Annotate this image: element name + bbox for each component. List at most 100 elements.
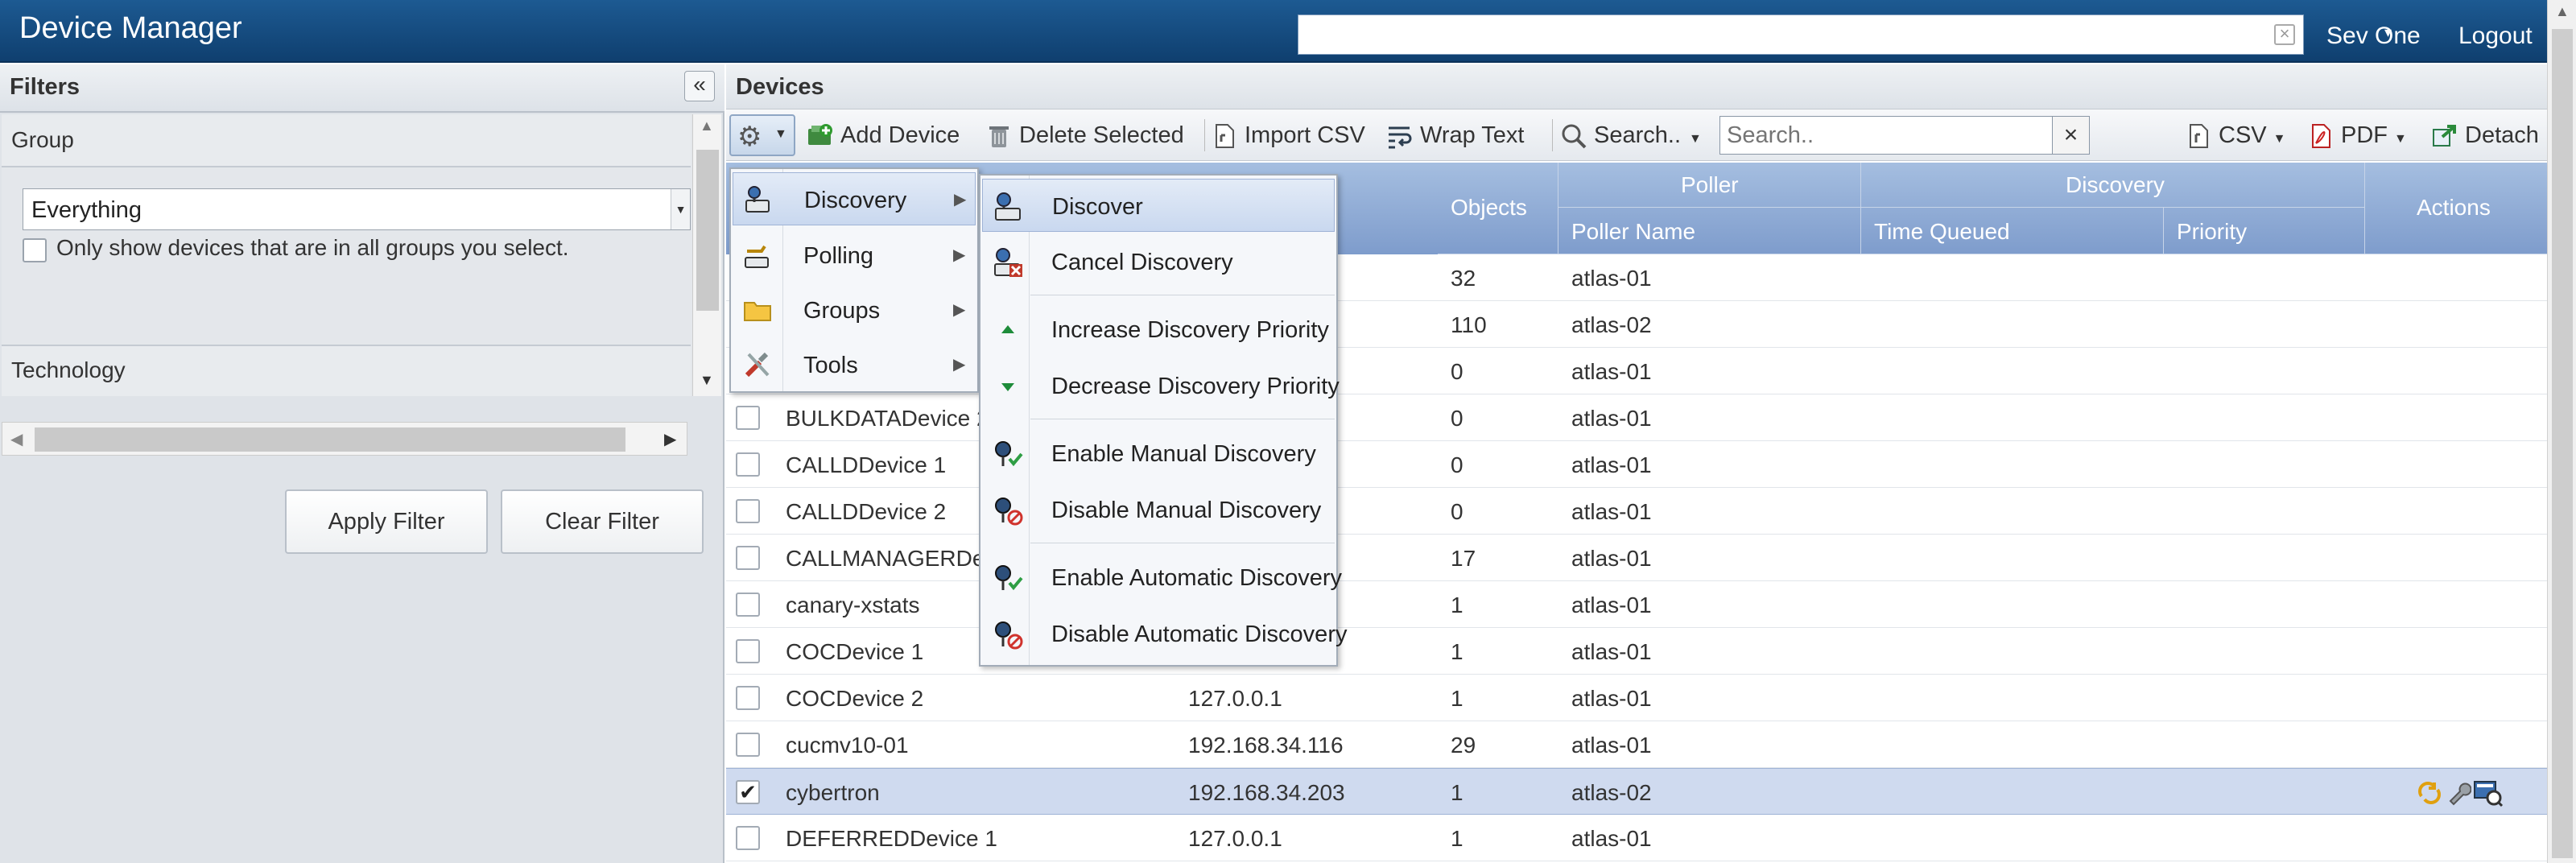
table-row[interactable]: DEFERREDDevice 1 127.0.0.1 1 atlas-01: [726, 815, 2547, 861]
rediscover-icon[interactable]: [2417, 780, 2442, 806]
logout-link[interactable]: Logout: [2458, 23, 2533, 50]
column-discovery-label: Discovery: [2066, 172, 2165, 197]
tools-icon: [745, 352, 770, 378]
device-details-icon[interactable]: [2473, 777, 2504, 807]
column-actions-label: Actions: [2417, 195, 2491, 220]
column-time-queued[interactable]: Time Queued: [1861, 208, 2164, 254]
delete-selected-button[interactable]: Delete Selected: [985, 118, 1184, 153]
table-row[interactable]: COCDevice 2 127.0.0.1 1 atlas-01: [726, 675, 2547, 721]
row-checkbox[interactable]: [736, 733, 760, 757]
column-objects[interactable]: Objects: [1438, 163, 1558, 254]
pdf-export-button[interactable]: PDF ▼: [2307, 118, 2407, 153]
import-csv-button[interactable]: Import CSV: [1211, 118, 1365, 153]
menu-item-enable-manual[interactable]: Enable Manual Discovery: [982, 427, 1335, 480]
device-objects: 1: [1451, 780, 1463, 805]
menu-item-disable-manual[interactable]: Disable Manual Discovery: [982, 483, 1335, 536]
column-priority[interactable]: Priority: [2164, 208, 2365, 254]
filters-horizontal-scrollbar[interactable]: ◀ ▶: [2, 422, 687, 456]
menu-item-cancel-discovery[interactable]: Cancel Discovery: [982, 235, 1335, 288]
menu-item-polling[interactable]: Polling ▶: [733, 229, 976, 282]
trash-icon: [989, 126, 1009, 148]
scroll-up-icon[interactable]: ▲: [700, 118, 714, 134]
apply-filter-button[interactable]: Apply Filter: [285, 489, 488, 554]
table-row[interactable]: cucmv10-01 192.168.34.116 29 atlas-01: [726, 721, 2547, 768]
dropdown-arrow-icon[interactable]: ▼: [671, 189, 690, 229]
user-menu-caret-icon[interactable]: ▾: [2384, 24, 2392, 41]
row-checkbox[interactable]: [736, 499, 760, 523]
filters-vertical-scrollbar[interactable]: ▲ ▼: [692, 114, 721, 396]
disable-manual-icon: [995, 498, 1023, 526]
device-name[interactable]: CALLDDevice 2: [786, 499, 946, 525]
menu-item-label: Enable Automatic Discovery: [1051, 565, 1343, 591]
scroll-thumb[interactable]: [696, 150, 719, 311]
user-menu[interactable]: Sev One: [2326, 23, 2421, 50]
scroll-up-icon[interactable]: ▲: [2555, 3, 2570, 20]
menu-item-disable-automatic[interactable]: Disable Automatic Discovery: [982, 607, 1347, 660]
device-name[interactable]: BULKDATADevice 2: [786, 406, 989, 432]
scroll-right-icon[interactable]: ▶: [664, 429, 676, 449]
device-name[interactable]: cybertron: [786, 780, 880, 806]
device-objects: 1: [1451, 686, 1463, 711]
group-select-value: Everything: [31, 197, 142, 223]
detach-button[interactable]: Detach: [2431, 118, 2539, 153]
menu-item-decrease-priority[interactable]: Decrease Discovery Priority: [982, 359, 1340, 412]
column-actions: Actions: [2365, 163, 2547, 254]
add-device-button[interactable]: Add Device: [807, 118, 960, 153]
only-show-checkbox[interactable]: [23, 238, 47, 262]
add-device-label: Add Device: [840, 122, 960, 148]
clear-search-icon[interactable]: ×: [2052, 117, 2089, 154]
enable-manual-icon: [995, 441, 1023, 467]
scroll-thumb[interactable]: [2552, 29, 2573, 858]
submenu-arrow-icon: ▶: [953, 301, 966, 319]
menu-item-label: Discover: [1052, 194, 1143, 220]
collapse-panel-button[interactable]: «: [684, 71, 715, 101]
devices-title: Devices: [736, 74, 824, 100]
scroll-left-icon[interactable]: ◀: [10, 429, 23, 449]
row-checkbox[interactable]: [736, 452, 760, 477]
global-search-input[interactable]: ×: [1298, 14, 2304, 55]
row-checkbox-checked[interactable]: ✔: [736, 780, 760, 804]
detach-icon: [2433, 125, 2456, 147]
device-name[interactable]: DEFERREDDevice 1: [786, 826, 997, 852]
device-search-field[interactable]: ×: [1719, 116, 2090, 155]
row-checkbox[interactable]: [736, 686, 760, 710]
group-select[interactable]: Everything ▼: [23, 188, 691, 230]
device-name[interactable]: CALLMANAGERDevi: [786, 546, 1001, 572]
wrench-icon[interactable]: [2446, 780, 2471, 806]
gear-menu-button[interactable]: ⚙ ▼: [729, 114, 795, 156]
row-checkbox[interactable]: [736, 593, 760, 617]
csv-export-button[interactable]: CSV ▼: [2185, 118, 2285, 153]
device-search-input[interactable]: [1727, 120, 2065, 151]
column-poller-name[interactable]: Poller Name: [1558, 208, 1861, 254]
clear-filter-button[interactable]: Clear Filter: [501, 489, 704, 554]
technology-section[interactable]: Technology: [2, 345, 691, 396]
row-checkbox[interactable]: [736, 546, 760, 570]
menu-item-discovery[interactable]: Discovery ▶: [733, 172, 976, 225]
menu-item-increase-priority[interactable]: Increase Discovery Priority: [982, 303, 1335, 356]
search-menu-button[interactable]: Search.. ▼: [1560, 118, 1702, 153]
technology-label: Technology: [11, 357, 126, 382]
device-name[interactable]: canary-xstats: [786, 593, 920, 618]
column-group-poller: Poller: [1558, 163, 1861, 208]
menu-item-groups[interactable]: Groups ▶: [733, 283, 976, 337]
device-name[interactable]: COCDevice 2: [786, 686, 923, 712]
scroll-down-icon[interactable]: ▼: [700, 372, 714, 389]
device-name[interactable]: cucmv10-01: [786, 733, 909, 758]
clear-search-icon[interactable]: ×: [2274, 24, 2295, 45]
row-checkbox[interactable]: [736, 639, 760, 663]
table-row-selected[interactable]: ✔ cybertron 192.168.34.203 1 atlas-02: [726, 768, 2547, 815]
column-poller-label: Poller: [1681, 172, 1739, 197]
column-poller-name-label: Poller Name: [1571, 219, 1696, 244]
menu-item-tools[interactable]: Tools ▶: [733, 338, 976, 391]
scroll-thumb[interactable]: [35, 427, 625, 452]
window-scrollbar[interactable]: ▲: [2547, 0, 2576, 863]
wrap-text-button[interactable]: Wrap Text: [1386, 118, 1524, 153]
gear-icon: ⚙: [737, 122, 762, 152]
menu-item-discover[interactable]: Discover: [982, 179, 1335, 232]
device-name[interactable]: COCDevice 1: [786, 639, 923, 665]
enable-auto-icon: [995, 565, 1023, 591]
device-name[interactable]: CALLDDevice 1: [786, 452, 946, 478]
menu-item-enable-automatic[interactable]: Enable Automatic Discovery: [982, 551, 1342, 604]
row-checkbox[interactable]: [736, 826, 760, 850]
row-checkbox[interactable]: [736, 406, 760, 430]
